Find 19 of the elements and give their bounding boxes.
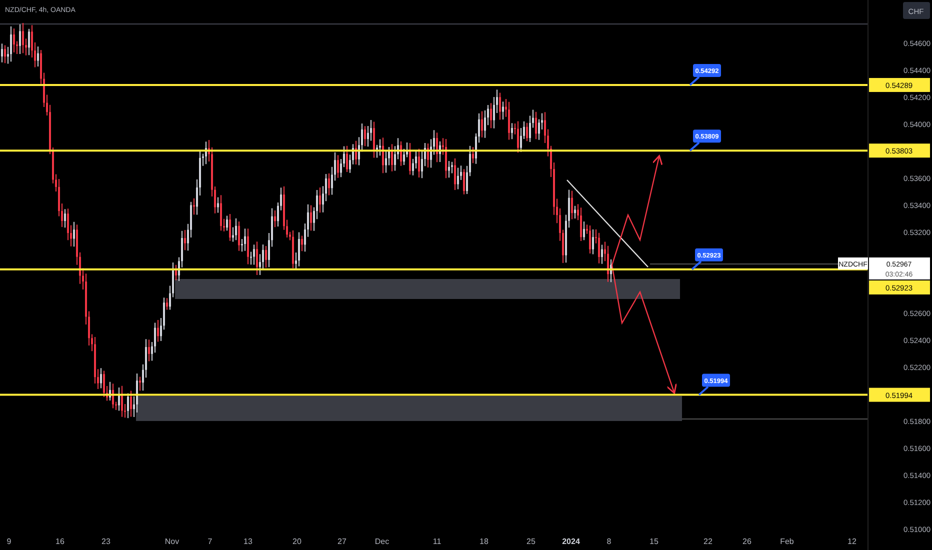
date-label: 12 [848,537,856,546]
date-label: 27 [338,537,346,546]
date-label: 22 [704,537,712,546]
date-label: 20 [292,537,302,546]
date-label: 7 [208,537,212,546]
date-label: 26 [742,537,752,546]
date-label: 2024 [562,537,580,546]
date-label: 16 [56,537,64,546]
date-label: 25 [526,537,536,546]
date-label: 23 [102,537,110,546]
date-label: 15 [650,537,658,546]
date-label: Feb [780,537,794,546]
date-label: 9 [6,537,12,546]
date-label: 11 [432,537,442,546]
date-label: 8 [606,537,612,546]
date-label: Nov [164,537,180,546]
date-label: Dec [374,537,390,546]
date-label: 18 [480,537,488,546]
date-label: 13 [244,537,252,546]
